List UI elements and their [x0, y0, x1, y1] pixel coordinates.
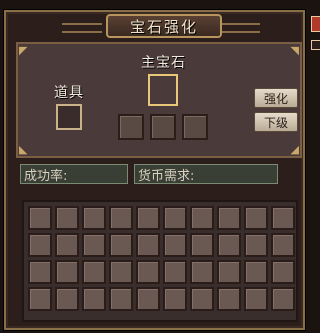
- inventory-slot[interactable]: [136, 260, 160, 284]
- inventory-panel: [22, 200, 298, 322]
- inventory-slot[interactable]: [136, 233, 160, 257]
- inventory-slot[interactable]: [136, 287, 160, 311]
- inventory-slot[interactable]: [82, 233, 106, 257]
- cost-field: 货币需求:: [134, 164, 278, 184]
- inventory-slot[interactable]: [271, 287, 295, 311]
- item-slot[interactable]: [56, 104, 82, 130]
- secondary-gem-slot[interactable]: [118, 114, 144, 140]
- inventory-slot[interactable]: [163, 260, 187, 284]
- title-ornament-left: [62, 23, 102, 33]
- close-button[interactable]: [311, 16, 320, 32]
- window-title: 宝石强化: [106, 14, 222, 38]
- corner-ornament-icon: ◢: [290, 143, 299, 156]
- enhance-button[interactable]: 强化: [254, 88, 298, 108]
- inventory-slot[interactable]: [217, 233, 241, 257]
- inventory-slot[interactable]: [55, 287, 79, 311]
- inventory-slot[interactable]: [109, 260, 133, 284]
- inventory-slot[interactable]: [28, 287, 52, 311]
- inventory-slot[interactable]: [109, 233, 133, 257]
- inventory-slot[interactable]: [55, 206, 79, 230]
- inventory-slot[interactable]: [82, 260, 106, 284]
- inventory-slot[interactable]: [190, 233, 214, 257]
- secondary-gem-slot[interactable]: [182, 114, 208, 140]
- inventory-slot[interactable]: [136, 206, 160, 230]
- inventory-slot[interactable]: [190, 287, 214, 311]
- inventory-slot[interactable]: [55, 260, 79, 284]
- title-ornament-right: [220, 23, 260, 33]
- inventory-slot[interactable]: [244, 287, 268, 311]
- inventory-slot[interactable]: [55, 233, 79, 257]
- inventory-slot[interactable]: [28, 233, 52, 257]
- gem-enhance-window: 宝石强化 ◤ ◥ ◣ ◢ 主宝石 道具 强化 下级 成功率: 货币需求:: [4, 10, 305, 330]
- enhance-panel: ◤ ◥ ◣ ◢ 主宝石 道具 强化 下级: [16, 42, 302, 158]
- downgrade-button[interactable]: 下级: [254, 112, 298, 132]
- inventory-slot[interactable]: [82, 206, 106, 230]
- inventory-slot[interactable]: [28, 206, 52, 230]
- success-rate-field: 成功率:: [20, 164, 128, 184]
- inventory-slot[interactable]: [28, 260, 52, 284]
- corner-ornament-icon: ◥: [290, 44, 299, 57]
- inventory-slot[interactable]: [82, 287, 106, 311]
- main-gem-slot[interactable]: [148, 74, 178, 106]
- inventory-grid: [28, 206, 295, 311]
- inventory-slot[interactable]: [271, 260, 295, 284]
- corner-ornament-icon: ◣: [19, 143, 28, 156]
- inventory-slot[interactable]: [244, 206, 268, 230]
- inventory-slot[interactable]: [190, 260, 214, 284]
- inventory-slot[interactable]: [244, 260, 268, 284]
- inventory-slot[interactable]: [163, 233, 187, 257]
- inventory-slot[interactable]: [163, 287, 187, 311]
- corner-ornament-icon: ◤: [19, 44, 28, 57]
- main-gem-label: 主宝石: [141, 55, 186, 71]
- inventory-slot[interactable]: [271, 206, 295, 230]
- side-tab: [311, 40, 320, 50]
- inventory-slot[interactable]: [109, 206, 133, 230]
- inventory-slot[interactable]: [217, 260, 241, 284]
- inventory-slot[interactable]: [217, 206, 241, 230]
- inventory-slot[interactable]: [190, 206, 214, 230]
- inventory-slot[interactable]: [217, 287, 241, 311]
- item-label: 道具: [54, 85, 84, 101]
- inventory-slot[interactable]: [244, 233, 268, 257]
- secondary-gem-slot[interactable]: [150, 114, 176, 140]
- inventory-slot[interactable]: [163, 206, 187, 230]
- inventory-slot[interactable]: [271, 233, 295, 257]
- inventory-slot[interactable]: [109, 287, 133, 311]
